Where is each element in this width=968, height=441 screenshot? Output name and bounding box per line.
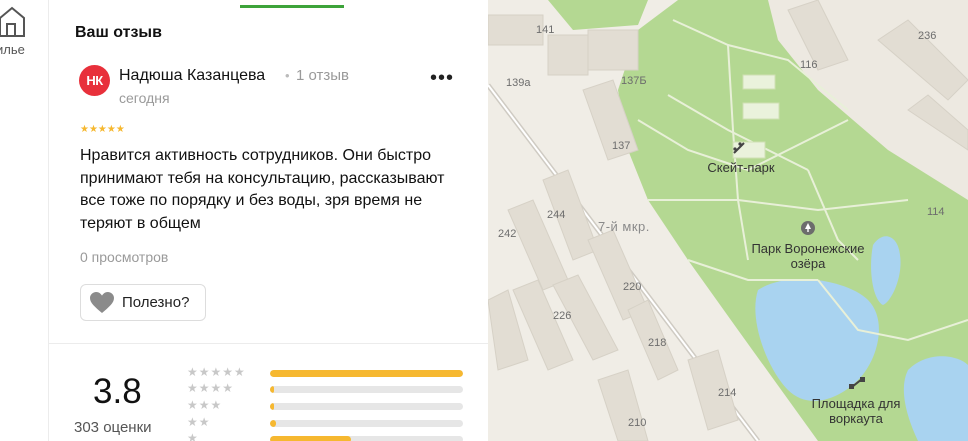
map-district-label: 7-й мкр. bbox=[598, 219, 650, 234]
distribution-stars: ★★ bbox=[187, 415, 211, 429]
map-building-label: 226 bbox=[553, 310, 572, 322]
divider bbox=[49, 343, 488, 344]
distribution-bar bbox=[270, 436, 463, 441]
review-text: Нравится активность сотрудников. Они быс… bbox=[80, 147, 445, 232]
left-nav: илье bbox=[0, 0, 49, 441]
poi-label-workout[interactable]: Площадка для воркаута bbox=[806, 396, 906, 426]
map-building-label: 244 bbox=[547, 209, 566, 221]
distribution-bar-fill bbox=[270, 436, 352, 441]
map-building-label: 114 bbox=[927, 206, 945, 218]
park-pin-icon[interactable] bbox=[800, 220, 816, 236]
distribution-bar bbox=[270, 370, 463, 377]
map-building-label: 137 bbox=[612, 140, 631, 152]
author-name[interactable]: Надюша Казанцева bbox=[119, 67, 265, 85]
distribution-stars: ★ bbox=[187, 431, 199, 441]
map-view[interactable]: 141 139а 137Б 137 116 236 114 244 242 22… bbox=[488, 0, 968, 441]
distribution-bar bbox=[270, 403, 463, 410]
distribution-bar bbox=[270, 386, 463, 393]
rating-count: 303 оценки bbox=[74, 419, 152, 436]
more-options-button[interactable]: ••• bbox=[430, 68, 456, 88]
active-tab-indicator bbox=[240, 5, 344, 8]
avatar[interactable]: НК bbox=[79, 65, 110, 96]
skateboard-icon[interactable] bbox=[732, 141, 746, 155]
nav-item-housing-label[interactable]: илье bbox=[0, 42, 25, 57]
dumbbell-icon[interactable] bbox=[849, 376, 865, 390]
map-building-label: 242 bbox=[498, 228, 517, 240]
map-building-label: 210 bbox=[628, 417, 647, 429]
review-date: сегодня bbox=[119, 90, 170, 106]
poi-label-skatepark[interactable]: Скейт-парк bbox=[701, 160, 781, 175]
distribution-bar-fill bbox=[270, 403, 274, 410]
map-building-label: 220 bbox=[623, 281, 642, 293]
helpful-button-label: Полезно? bbox=[122, 294, 190, 311]
distribution-stars: ★★★★ bbox=[187, 381, 235, 395]
poi-label-park[interactable]: Парк Воронежские озёра bbox=[738, 241, 878, 271]
review-panel: Ваш отзыв НК Надюша Казанцева • 1 отзыв … bbox=[49, 0, 488, 441]
map-building-label: 218 bbox=[648, 337, 667, 349]
distribution-bar-fill bbox=[270, 420, 276, 427]
map-building-label: 139а bbox=[506, 77, 531, 89]
map-building-label: 137Б bbox=[621, 75, 647, 87]
map-building-label: 141 bbox=[536, 24, 555, 36]
map-building-label: 236 bbox=[918, 30, 937, 42]
heart-icon bbox=[90, 291, 114, 313]
author-reviews-count: 1 отзыв bbox=[296, 67, 350, 84]
section-title: Ваш отзыв bbox=[75, 24, 162, 41]
map-building-label: 116 bbox=[800, 59, 818, 71]
author-separator: • bbox=[285, 68, 290, 83]
distribution-bar-fill bbox=[270, 386, 274, 393]
distribution-stars: ★★★ bbox=[187, 398, 223, 412]
distribution-bar-fill bbox=[270, 370, 463, 377]
housing-icon[interactable] bbox=[0, 4, 30, 37]
distribution-stars: ★★★★★ bbox=[187, 365, 246, 379]
average-rating: 3.8 bbox=[93, 372, 142, 411]
distribution-bar bbox=[270, 420, 463, 427]
map-building-label: 214 bbox=[718, 387, 737, 399]
review-rating-stars: ★★★★★ bbox=[80, 124, 125, 135]
helpful-button[interactable]: Полезно? bbox=[80, 284, 206, 321]
views-count: 0 просмотров bbox=[80, 249, 169, 265]
